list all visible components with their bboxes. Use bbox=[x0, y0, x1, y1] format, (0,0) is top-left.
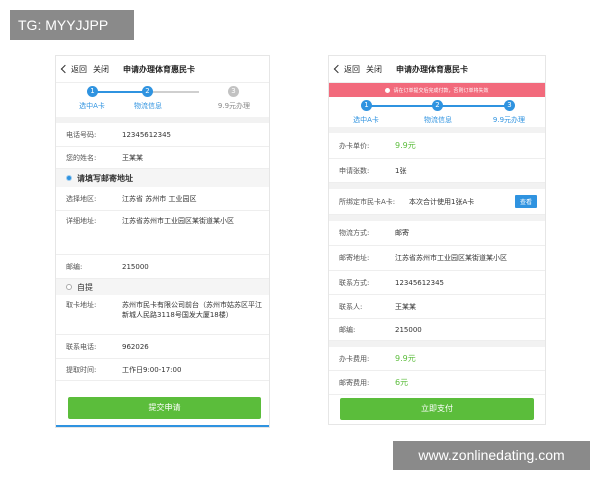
watermark-bottom-right: www.zonlinedating.com bbox=[393, 441, 590, 470]
region-value: 江苏省 苏州市 工业园区 bbox=[122, 194, 197, 203]
unit-price-label: 办卡单价: bbox=[339, 141, 370, 150]
bound-card-value: 本次合计使用1张A卡 bbox=[409, 197, 475, 206]
address-row[interactable]: 详细地址: 江苏省苏州市工业园区某街道某小区 bbox=[56, 211, 269, 255]
pickup-address-label: 取卡地址: bbox=[66, 301, 97, 309]
mail-address-value: 江苏省苏州市工业园区某街道某小区 bbox=[395, 254, 507, 262]
application-form-screen: 返回 关闭 申请办理体育惠民卡 1 2 3 选中A卡 物流信息 9.9元办理 电… bbox=[55, 55, 270, 428]
nav-bar: 返回 关闭 申请办理体育惠民卡 bbox=[329, 56, 545, 83]
contact-value: 12345612345 bbox=[395, 278, 444, 287]
step-2-label: 物流信息 bbox=[424, 116, 452, 124]
nav-bar: 返回 关闭 申请办理体育惠民卡 bbox=[56, 56, 269, 83]
step-3-dot: 3 bbox=[504, 100, 515, 111]
phone-value: 12345612345 bbox=[122, 130, 171, 139]
pickup-time-label: 提取时间: bbox=[66, 365, 97, 374]
mail-address-row: 邮寄地址: 江苏省苏州市工业园区某街道某小区 bbox=[329, 246, 545, 271]
step-3-dot: 3 bbox=[228, 86, 239, 97]
mail-fee-row: 邮寄费用: 6元 bbox=[329, 371, 545, 395]
progress-steps: 1 2 3 选中A卡 物流信息 9.9元办理 bbox=[329, 97, 545, 133]
contact-phone-row: 联系电话: 962026 bbox=[56, 335, 269, 359]
pickup-option-label: 自提 bbox=[77, 282, 93, 292]
postcode-value: 215000 bbox=[122, 262, 149, 271]
mail-option[interactable]: 请填写邮寄地址 bbox=[56, 169, 269, 187]
count-row: 申请张数: 1张 bbox=[329, 159, 545, 183]
phone-label: 电话号码: bbox=[66, 130, 97, 139]
back-button[interactable]: 返回 bbox=[60, 64, 87, 75]
name-row[interactable]: 您的姓名: 王某某 bbox=[56, 147, 269, 169]
contact-person-label: 联系人: bbox=[339, 302, 363, 311]
unit-price-value: 9.9元 bbox=[395, 140, 416, 150]
postcode-row: 邮编: 215000 bbox=[329, 319, 545, 341]
card-fee-row: 办卡费用: 9.9元 bbox=[329, 347, 545, 371]
region-label: 选择地区: bbox=[66, 194, 97, 203]
postcode-value: 215000 bbox=[395, 325, 422, 334]
step-1-dot: 1 bbox=[361, 100, 372, 111]
page-title: 申请办理体育惠民卡 bbox=[123, 64, 195, 74]
name-label: 您的姓名: bbox=[66, 153, 97, 162]
bound-card-label: 所绑定市民卡A卡: bbox=[339, 197, 396, 206]
step-2-dot: 2 bbox=[142, 86, 153, 97]
submit-button[interactable]: 提交申请 bbox=[68, 397, 261, 419]
card-fee-value: 9.9元 bbox=[395, 353, 416, 363]
contact-row: 联系方式: 12345612345 bbox=[329, 271, 545, 295]
postcode-label: 邮编: bbox=[339, 325, 356, 334]
radio-selected-icon bbox=[66, 175, 72, 181]
mail-option-label: 请填写邮寄地址 bbox=[77, 173, 133, 183]
count-label: 申请张数: bbox=[339, 166, 370, 175]
pickup-time-row: 提取时间: 工作日9:00-17:00 bbox=[56, 359, 269, 381]
back-button[interactable]: 返回 bbox=[333, 64, 360, 75]
chevron-left-icon bbox=[60, 64, 70, 74]
region-row[interactable]: 选择地区: 江苏省 苏州市 工业园区 bbox=[56, 187, 269, 211]
chevron-left-icon bbox=[333, 64, 343, 74]
step-2-dot: 2 bbox=[432, 100, 443, 111]
logistics-row: 物流方式: 邮寄 bbox=[329, 221, 545, 246]
pickup-address-row: 取卡地址: 苏州市民卡有限公司前台（苏州市姑苏区平江新城人民路3118号国发大厦… bbox=[56, 295, 269, 335]
close-button[interactable]: 关闭 bbox=[366, 64, 382, 75]
logistics-label: 物流方式: bbox=[339, 229, 370, 237]
count-value: 1张 bbox=[395, 166, 407, 175]
close-button[interactable]: 关闭 bbox=[93, 64, 109, 75]
step-3-label: 9.9元办理 bbox=[492, 116, 526, 124]
back-label: 返回 bbox=[71, 64, 87, 74]
order-confirm-screen: 返回 关闭 申请办理体育惠民卡 请在订单提交后完成付款，否则订单将失效 1 2 … bbox=[328, 55, 546, 425]
phone-row[interactable]: 电话号码: 12345612345 bbox=[56, 123, 269, 147]
warning-text: 请在订单提交后完成付款，否则订单将失效 bbox=[393, 87, 489, 94]
name-value: 王某某 bbox=[122, 153, 143, 162]
unit-price-row: 办卡单价: 9.9元 bbox=[329, 133, 545, 159]
pickup-option[interactable]: 自提 bbox=[56, 279, 269, 295]
card-fee-label: 办卡费用: bbox=[339, 354, 370, 363]
info-icon bbox=[385, 87, 391, 93]
postcode-row[interactable]: 邮编: 215000 bbox=[56, 255, 269, 279]
postcode-label: 邮编: bbox=[66, 262, 83, 271]
pickup-address-value: 苏州市民卡有限公司前台（苏州市姑苏区平江新城人民路3118号国发大厦18楼） bbox=[122, 301, 262, 319]
watermark-top-left: TG: MYYJJPP bbox=[10, 10, 134, 40]
pay-now-button[interactable]: 立即支付 bbox=[340, 398, 534, 420]
step-line-1 bbox=[93, 91, 147, 93]
step-1-label: 选中A卡 bbox=[79, 102, 105, 110]
contact-person-row: 联系人: 王某某 bbox=[329, 295, 545, 319]
bound-card-row: 所绑定市民卡A卡: 本次合计使用1张A卡 查看 bbox=[329, 189, 545, 215]
mail-fee-label: 邮寄费用: bbox=[339, 378, 370, 387]
contact-label: 联系方式: bbox=[339, 278, 370, 287]
mail-fee-value: 6元 bbox=[395, 377, 409, 387]
address-label: 详细地址: bbox=[66, 217, 97, 225]
step-line-2 bbox=[147, 91, 199, 93]
warning-banner: 请在订单提交后完成付款，否则订单将失效 bbox=[329, 83, 545, 97]
contact-person-value: 王某某 bbox=[395, 302, 416, 311]
address-value: 江苏省苏州市工业园区某街道某小区 bbox=[122, 217, 234, 225]
step-3-label: 9.9元办理 bbox=[217, 102, 251, 110]
back-label: 返回 bbox=[344, 64, 360, 74]
logistics-value: 邮寄 bbox=[395, 229, 409, 237]
pickup-time-value: 工作日9:00-17:00 bbox=[122, 365, 182, 374]
contact-phone-value: 962026 bbox=[122, 342, 149, 351]
step-1-dot: 1 bbox=[87, 86, 98, 97]
contact-phone-label: 联系电话: bbox=[66, 342, 97, 351]
progress-steps: 1 2 3 选中A卡 物流信息 9.9元办理 bbox=[56, 83, 269, 123]
view-button[interactable]: 查看 bbox=[514, 195, 537, 208]
radio-unselected-icon bbox=[66, 284, 72, 290]
mail-address-label: 邮寄地址: bbox=[339, 254, 370, 262]
step-1-label: 选中A卡 bbox=[353, 116, 379, 124]
page-title: 申请办理体育惠民卡 bbox=[396, 64, 468, 74]
bottom-accent-bar bbox=[56, 425, 269, 427]
step-2-label: 物流信息 bbox=[134, 102, 162, 110]
